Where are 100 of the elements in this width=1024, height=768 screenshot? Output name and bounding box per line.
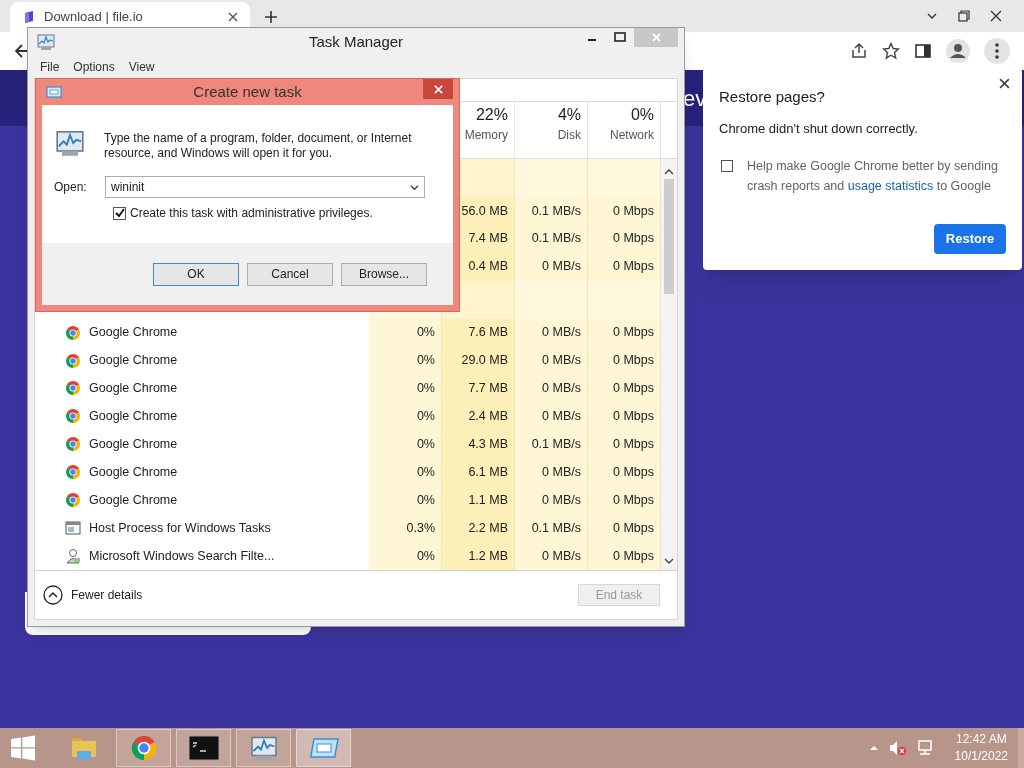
table-cell: 0 MB/s: [515, 486, 588, 515]
restore-button[interactable]: Restore: [934, 224, 1006, 254]
column-label: Memory: [464, 127, 508, 144]
table-cell: 0%: [369, 346, 442, 375]
table-cell: 0%: [369, 542, 442, 571]
process-name[interactable]: Google Chrome: [89, 379, 178, 398]
menu-item[interactable]: Options: [73, 58, 115, 76]
table-cell: 0 MB/s: [515, 318, 588, 347]
scrollbar[interactable]: [661, 159, 677, 570]
chevron-down-icon: [410, 182, 419, 192]
back-arrow-icon[interactable]: [14, 43, 30, 59]
usage-statistics-link[interactable]: usage statistics: [847, 179, 934, 193]
chrome-icon: [65, 380, 81, 397]
close-icon[interactable]: [228, 12, 238, 22]
popup-title: Restore pages?: [719, 87, 826, 107]
check-icon: [114, 208, 125, 218]
profile-icon[interactable]: [946, 39, 970, 63]
process-name[interactable]: Google Chrome: [89, 490, 178, 510]
process-name[interactable]: Google Chrome: [89, 462, 178, 482]
table-cell: 0 Mbps: [588, 346, 661, 375]
table-cell: 2.4 MB: [442, 402, 515, 431]
dialog-button[interactable]: OK: [153, 262, 239, 286]
close-button[interactable]: [423, 79, 453, 99]
clock-time: 12:42 AM: [955, 731, 1007, 748]
consent-checkbox[interactable]: [721, 160, 733, 172]
network-icon[interactable]: [916, 740, 935, 756]
table-cell: 0%: [369, 318, 442, 347]
column-header[interactable]: 4% Disk: [515, 102, 588, 158]
table-cell: 0%: [369, 486, 442, 515]
table-cell: 0 MB/s: [515, 402, 588, 431]
table-cell: 0 Mbps: [588, 542, 661, 571]
share-icon[interactable]: [850, 42, 868, 60]
table-cell: 0.1 MB/s: [515, 196, 588, 225]
table-cell: 4.3 MB: [442, 430, 515, 459]
close-icon[interactable]: [999, 78, 1010, 89]
table-cell: 0 Mbps: [588, 196, 661, 225]
task-manager-icon: [36, 32, 56, 52]
admin-checkbox[interactable]: [113, 206, 126, 220]
table-cell: 0.3%: [369, 514, 442, 543]
user-search-icon: [65, 548, 81, 565]
process-name[interactable]: Google Chrome: [89, 407, 178, 426]
table-cell: 0%: [369, 402, 442, 431]
fewer-details-link[interactable]: Fewer details: [71, 586, 143, 604]
table-cell: 7.7 MB: [442, 374, 515, 403]
column-percent: 4%: [557, 105, 581, 125]
table-cell: 0 MB/s: [515, 458, 588, 487]
table-cell: 0.1 MB/s: [515, 514, 588, 543]
process-name[interactable]: Microsoft Windows Search Filte...: [89, 546, 275, 566]
open-value: wininit: [111, 179, 146, 196]
table-cell: 0 Mbps: [588, 252, 661, 281]
table-cell: 0 Mbps: [588, 402, 661, 431]
table-cell: 0 MB/s: [515, 542, 588, 571]
windows-logo-icon[interactable]: [10, 735, 36, 761]
column-header[interactable]: 0% Network: [588, 102, 661, 158]
close-icon: [651, 33, 661, 42]
menu-item[interactable]: View: [128, 58, 155, 76]
chevron-circle-icon[interactable]: [43, 585, 63, 605]
table-cell: 2.2 MB: [442, 514, 515, 543]
window-icon: [65, 520, 81, 537]
table-cell: 0 Mbps: [588, 374, 661, 403]
checkbox-label[interactable]: Create this task with administrative privileges.: [130, 204, 373, 222]
star-icon[interactable]: [882, 42, 900, 60]
clock-date: 10/1/2022: [954, 748, 1008, 765]
table-cell: 0 Mbps: [588, 224, 661, 253]
menu-item[interactable]: File: [40, 58, 60, 76]
process-name[interactable]: Google Chrome: [89, 351, 178, 370]
table-cell: 0%: [369, 458, 442, 487]
sidebar-icon[interactable]: [914, 42, 932, 60]
window-title: Task Manager: [308, 31, 404, 52]
restore-icon[interactable]: [958, 10, 970, 22]
scrollbar-thumb[interactable]: [664, 179, 674, 294]
new-tab-icon[interactable]: [264, 10, 278, 24]
chrome-icon: [65, 408, 81, 425]
close-icon: [433, 84, 443, 94]
table-cell: 0.1 MB/s: [515, 430, 588, 459]
menu-icon[interactable]: [984, 38, 1010, 64]
table-cell: 0 Mbps: [588, 318, 661, 347]
column-percent: 0%: [630, 105, 654, 125]
process-name[interactable]: Host Process for Windows Tasks: [89, 518, 271, 538]
dialog-message: Type the name of a program, folder, document, or Internet resource, and Windows will open it for you.: [104, 131, 413, 161]
tab-title: Download | file.io: [44, 8, 144, 27]
dialog-button[interactable]: Cancel: [247, 262, 333, 286]
taskbar-button[interactable]: [176, 729, 231, 767]
dialog-button[interactable]: Browse...: [341, 262, 427, 286]
chevron-down-icon[interactable]: [664, 556, 674, 566]
consent-text: Help make Google Chrome better by sending crash reports and usage statistics to Google: [747, 158, 999, 195]
close-icon[interactable]: [990, 10, 1002, 22]
chrome-icon: [65, 464, 81, 481]
chevron-up-icon[interactable]: [664, 167, 674, 177]
table-cell: 0 Mbps: [588, 486, 661, 515]
table-cell: 0 Mbps: [588, 458, 661, 487]
table-cell: 0%: [369, 374, 442, 403]
popup-message: Chrome didn't shut down correctly.: [719, 119, 919, 138]
process-name[interactable]: Google Chrome: [89, 434, 178, 454]
speaker-muted-icon[interactable]: [888, 740, 907, 756]
chrome-icon: [65, 492, 81, 509]
table-cell: 0 MB/s: [515, 252, 588, 281]
open-combobox[interactable]: wininit: [105, 176, 425, 198]
window-icon: [46, 86, 62, 98]
process-name[interactable]: Google Chrome: [89, 323, 178, 342]
